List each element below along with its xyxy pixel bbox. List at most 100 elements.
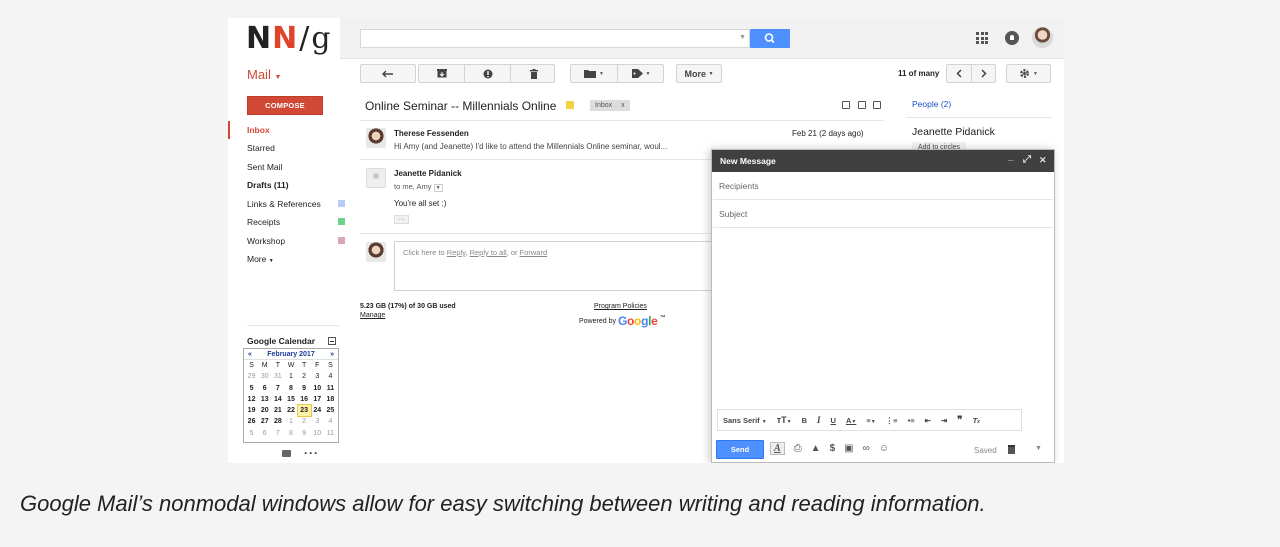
back-button[interactable]: [360, 64, 416, 83]
calendar-day[interactable]: 1: [284, 371, 297, 382]
calendar-day[interactable]: 2: [298, 416, 311, 427]
send-money-icon[interactable]: $: [830, 443, 836, 454]
calendar-day[interactable]: 6: [258, 383, 271, 394]
google-drive-icon[interactable]: ▲: [811, 443, 821, 454]
calendar-day[interactable]: 5: [245, 428, 258, 439]
insert-photo-icon[interactable]: ▣: [844, 443, 853, 454]
bulleted-list-icon[interactable]: •≡: [903, 416, 920, 425]
prev-button[interactable]: [947, 65, 971, 82]
calendar-day[interactable]: 9: [298, 383, 311, 394]
report-spam-button[interactable]: [465, 65, 510, 82]
recipients-field[interactable]: Recipients: [713, 172, 1053, 200]
sidebar-item-workshop[interactable]: Workshop: [247, 236, 285, 246]
calendar-day[interactable]: 17: [311, 394, 324, 405]
sidebar-item-receipts[interactable]: Receipts: [247, 217, 280, 227]
underline-icon[interactable]: U: [826, 416, 841, 425]
calendar-day[interactable]: 20: [258, 405, 271, 416]
discard-draft-icon[interactable]: [1008, 445, 1015, 454]
calendar-day[interactable]: 8: [284, 383, 297, 394]
calendar-day[interactable]: 22: [284, 405, 297, 416]
search-button[interactable]: [750, 29, 790, 48]
label-color-swatch[interactable]: [338, 237, 345, 244]
message-body-editor[interactable]: [713, 229, 1053, 405]
sidebar-item-links-references[interactable]: Links & References: [247, 199, 321, 209]
people-contact-name[interactable]: Jeanette Pidanick: [912, 126, 995, 138]
calendar-day[interactable]: 7: [271, 428, 284, 439]
message-snippet[interactable]: Hi Amy (and Jeanette) I'd like to attend…: [394, 142, 667, 151]
manage-link[interactable]: Manage: [360, 312, 385, 319]
minimize-icon[interactable]: _: [1008, 152, 1014, 162]
calendar-day[interactable]: 19: [245, 405, 258, 416]
send-button[interactable]: Send: [716, 440, 764, 459]
text-color-icon[interactable]: A▼: [841, 416, 861, 425]
calendar-day[interactable]: 1: [284, 416, 297, 427]
remove-label-icon[interactable]: x: [621, 102, 625, 109]
next-month-button[interactable]: »: [330, 351, 334, 358]
calendar-day[interactable]: 18: [324, 394, 337, 405]
calendar-day[interactable]: 28: [271, 416, 284, 427]
calendar-day[interactable]: 12: [245, 394, 258, 405]
calendar-day[interactable]: 15: [284, 394, 297, 405]
attach-files-icon[interactable]: ⎙: [794, 443, 802, 454]
archive-button[interactable]: [419, 65, 464, 82]
expand-icon[interactable]: ⤢: [1023, 155, 1031, 165]
message-sender[interactable]: Jeanette Pidanick: [394, 169, 462, 178]
message-sender[interactable]: Therese Fessenden: [394, 129, 469, 138]
reply-link[interactable]: Reply: [447, 248, 466, 257]
calendar-day[interactable]: 9: [298, 428, 311, 439]
calendar-day[interactable]: 6: [258, 428, 271, 439]
subject-field[interactable]: Subject: [713, 200, 1053, 228]
show-trimmed-button[interactable]: ···: [394, 215, 409, 224]
calendar-day[interactable]: 11: [324, 428, 337, 439]
move-to-button[interactable]: ▼: [571, 65, 617, 82]
calendar-day[interactable]: 7: [271, 383, 284, 394]
sidebar-item-starred[interactable]: Starred: [247, 143, 275, 153]
sidebar-item-more[interactable]: More ▼: [247, 254, 274, 264]
calendar-day[interactable]: 4: [324, 416, 337, 427]
more-options-dropdown-icon[interactable]: ▼: [1035, 445, 1042, 452]
search-input[interactable]: ▼: [360, 29, 750, 48]
calendar-day[interactable]: 10: [311, 428, 324, 439]
people-header[interactable]: People (2): [912, 99, 951, 109]
calendar-day[interactable]: 30: [258, 371, 271, 382]
importance-marker-icon[interactable]: [566, 101, 574, 109]
calendar-day[interactable]: 8: [284, 428, 297, 439]
close-icon[interactable]: ✕: [1039, 155, 1047, 165]
calendar-day[interactable]: 2: [298, 371, 311, 382]
notification-icon[interactable]: [1005, 31, 1019, 45]
calendar-day[interactable]: 11: [324, 383, 337, 394]
calendar-day[interactable]: 31: [271, 371, 284, 382]
calendar-day[interactable]: 5: [245, 383, 258, 394]
align-icon[interactable]: ≡▼: [861, 416, 880, 425]
quote-icon[interactable]: ❞: [952, 415, 967, 426]
next-button[interactable]: [972, 65, 996, 82]
italic-icon[interactable]: I: [812, 415, 826, 425]
new-window-icon[interactable]: [873, 101, 881, 109]
mail-switcher[interactable]: Mail ▼: [247, 67, 281, 82]
calendar-day[interactable]: 14: [271, 394, 284, 405]
calendar-day[interactable]: 16: [298, 394, 311, 405]
sidebar-item-inbox[interactable]: Inbox: [247, 125, 270, 135]
calendar-day[interactable]: 25: [324, 405, 337, 416]
calendar-day[interactable]: 23: [296, 404, 312, 418]
chat-icon[interactable]: [282, 450, 291, 457]
indent-more-icon[interactable]: ⇥: [936, 416, 952, 425]
program-policies-link[interactable]: Program Policies: [594, 303, 647, 310]
calendar-day[interactable]: 24: [311, 405, 324, 416]
more-options-icon[interactable]: ···: [304, 446, 319, 460]
remove-formatting-icon[interactable]: Tx: [968, 416, 985, 425]
account-avatar[interactable]: [1032, 27, 1053, 48]
prev-month-button[interactable]: «: [248, 351, 252, 358]
font-size-icon[interactable]: тT▼: [772, 415, 797, 425]
sidebar-item-drafts[interactable]: Drafts (11): [247, 180, 289, 190]
calendar-day[interactable]: 13: [258, 394, 271, 405]
bold-icon[interactable]: B: [797, 416, 812, 425]
print-icon[interactable]: [858, 101, 866, 109]
more-button[interactable]: More ▼: [676, 64, 722, 83]
sidebar-item-sent-mail[interactable]: Sent Mail: [247, 162, 282, 172]
reply-all-link[interactable]: Reply to all: [470, 248, 507, 257]
label-color-swatch[interactable]: [338, 218, 345, 225]
compose-button[interactable]: COMPOSE: [247, 96, 323, 115]
insert-link-icon[interactable]: ∞: [863, 443, 870, 454]
numbered-list-icon[interactable]: ⋮≡: [881, 416, 903, 425]
